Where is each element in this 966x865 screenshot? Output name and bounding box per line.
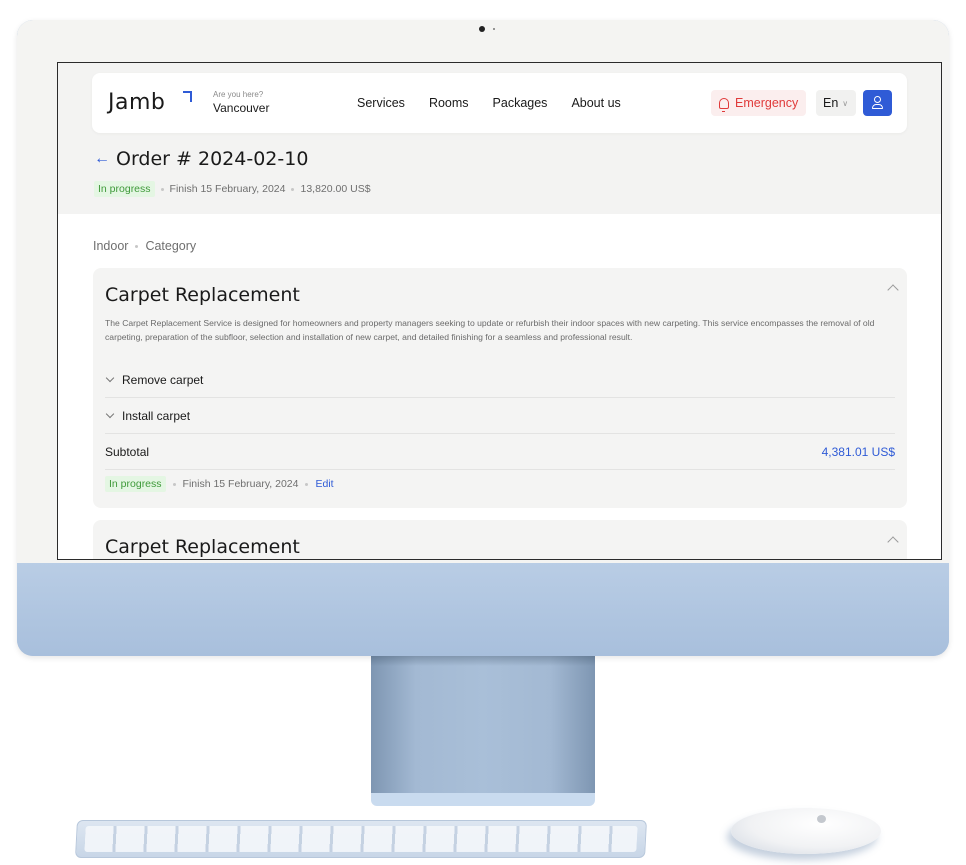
order-finish-date: Finish 15 February, 2024 (169, 183, 286, 195)
chevron-down-icon (105, 409, 115, 419)
monitor-chin (17, 563, 949, 656)
keyboard (75, 820, 647, 858)
separator-dot (135, 244, 139, 248)
language-value: En (823, 96, 839, 110)
stand-shadow (371, 656, 595, 666)
breadcrumb-indoor[interactable]: Indoor (93, 239, 128, 253)
logo-mark-icon (183, 91, 192, 102)
subservice-label: Remove carpet (122, 372, 204, 387)
subtotal-row: Subtotal 4,381.01 US$ (105, 434, 895, 470)
nav-packages[interactable]: Packages (493, 96, 548, 110)
order-meta: In progress Finish 15 February, 2024 13,… (94, 181, 371, 197)
chevron-down-icon (105, 373, 115, 383)
account-button[interactable] (863, 90, 892, 116)
keyboard-keys (84, 826, 638, 852)
user-icon-body (872, 104, 883, 109)
emergency-label: Emergency (735, 96, 799, 110)
breadcrumb: Indoor Category (93, 239, 196, 253)
location-city: Vancouver (213, 101, 270, 115)
nav-rooms[interactable]: Rooms (429, 96, 469, 110)
apple-logo-icon (817, 815, 826, 823)
chevron-down-icon: ∨ (842, 98, 849, 108)
subservice-label: Install carpet (122, 408, 191, 423)
separator-dot (172, 482, 176, 486)
chevron-up-icon[interactable] (887, 536, 899, 548)
order-title: Order # 2024-02-10 (116, 148, 309, 170)
status-badge: In progress (105, 476, 166, 492)
subservice-remove-carpet[interactable]: Remove carpet (105, 362, 895, 398)
subtotal-label: Subtotal (105, 444, 150, 459)
subservice-install-carpet[interactable]: Install carpet (105, 398, 895, 434)
separator-dot (160, 187, 164, 191)
monitor-bezel: Jamb Are you here? Vancouver Services Ro… (17, 20, 949, 563)
card-status-row: In progress Finish 15 February, 2024 Edi… (105, 476, 334, 492)
location-selector[interactable]: Are you here? Vancouver (213, 90, 269, 115)
nav-about-us[interactable]: About us (571, 96, 620, 110)
service-description: The Carpet Replacement Service is design… (105, 318, 875, 342)
jamb-logo[interactable]: Jamb (108, 90, 165, 115)
user-icon (874, 96, 881, 103)
back-arrow-icon[interactable]: ← (94, 150, 110, 168)
page-title: ← Order # 2024-02-10 (94, 148, 308, 170)
stand-foot (371, 793, 595, 806)
mouse (731, 808, 881, 854)
service-card: Carpet Replacement The Carpet Replacemen… (93, 268, 907, 508)
order-header-area: Jamb Are you here? Vancouver Services Ro… (58, 63, 941, 214)
location-question: Are you here? (213, 90, 264, 99)
chevron-up-icon[interactable] (887, 284, 899, 296)
monitor-stand (371, 656, 595, 798)
service-title: Carpet Replacement (105, 536, 300, 558)
imac-monitor: Jamb Are you here? Vancouver Services Ro… (17, 20, 949, 656)
main-nav: Services Rooms Packages About us (357, 96, 621, 110)
separator-dot (305, 482, 309, 486)
subtotal-value: 4,381.01 US$ (821, 444, 895, 459)
edit-link[interactable]: Edit (315, 478, 333, 490)
service-card: Carpet Replacement (93, 520, 907, 559)
screen: Jamb Are you here? Vancouver Services Ro… (57, 62, 942, 560)
separator-dot (291, 187, 295, 191)
emergency-button[interactable]: Emergency (711, 90, 807, 116)
navbar: Jamb Are you here? Vancouver Services Ro… (92, 73, 907, 133)
camera-icon (479, 26, 485, 32)
status-badge: In progress (94, 181, 155, 197)
camera-sensor (493, 28, 495, 30)
card-finish-date: Finish 15 February, 2024 (182, 478, 299, 490)
language-select[interactable]: En ∨ (816, 90, 856, 116)
nav-services[interactable]: Services (357, 96, 405, 110)
service-title: Carpet Replacement (105, 284, 300, 306)
breadcrumb-category[interactable]: Category (145, 239, 196, 253)
bell-icon (719, 97, 729, 112)
order-total: 13,820.00 US$ (300, 183, 371, 195)
